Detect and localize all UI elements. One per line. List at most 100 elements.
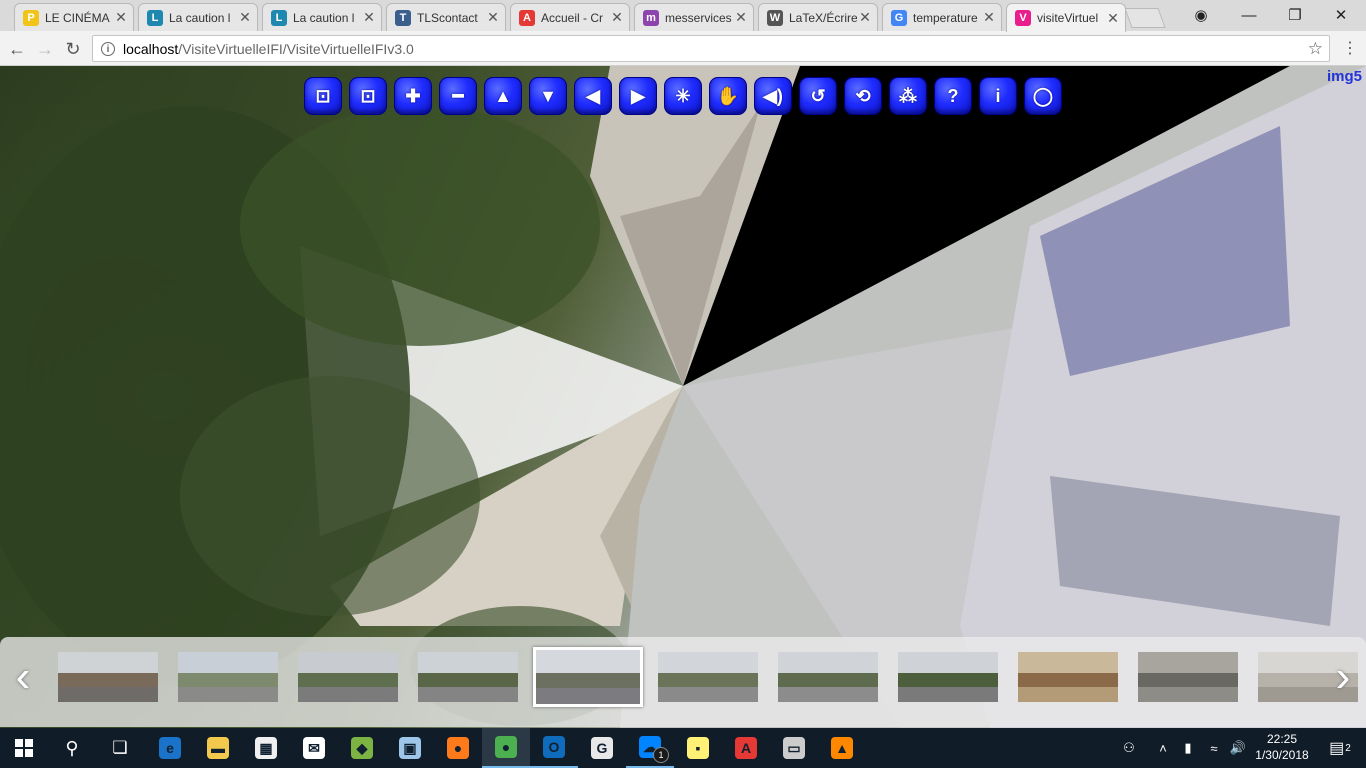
app-logo-icon: V [1015, 10, 1031, 26]
profile-icon[interactable]: ◉ [1178, 0, 1224, 30]
fullscreen-left-button[interactable]: ⊡ [304, 77, 342, 115]
grammarly-taskbar-button[interactable]: G [578, 728, 626, 768]
thumbnail-image [298, 687, 398, 702]
wifi-icon[interactable]: ≈ [1202, 728, 1226, 768]
vlc-taskbar-button[interactable]: ▲ [818, 728, 866, 768]
thumbnail[interactable] [658, 652, 758, 702]
bookmark-star-icon[interactable]: ☆ [1308, 39, 1323, 59]
browser-tab[interactable]: L La caution l ✕ [138, 3, 258, 31]
search-icon[interactable]: ⚲ [48, 728, 96, 768]
tab-close-icon[interactable]: ✕ [733, 9, 749, 26]
autorotate-button[interactable]: ⟲ [844, 77, 882, 115]
close-window-button[interactable]: ✕ [1318, 0, 1364, 30]
thumbnail[interactable] [1018, 652, 1118, 702]
zoom-out-button[interactable]: ━ [439, 77, 477, 115]
browser-tab[interactable]: VvisiteVirtuel ✕ [1006, 3, 1126, 32]
thumbnail[interactable] [58, 652, 158, 702]
hotspots-button[interactable]: ⁂ [889, 77, 927, 115]
gyroscope-button[interactable]: ✳ [664, 77, 702, 115]
site-info-icon[interactable]: i [101, 41, 115, 56]
firefox-taskbar-button[interactable]: ● [434, 728, 482, 768]
autorotate-icon: ⟲ [855, 85, 871, 106]
thumbnail-selected[interactable] [533, 647, 643, 707]
browser-tab[interactable]: L La caution l ✕ [262, 3, 382, 31]
acrobat-taskbar-button[interactable]: A [722, 728, 770, 768]
arrow-up-button[interactable]: ▲ [484, 77, 522, 115]
tab-close-icon[interactable]: ✕ [485, 9, 501, 26]
browser-tab[interactable]: A Accueil - Cr ✕ [510, 3, 630, 31]
vr-button[interactable]: ◯ [1024, 77, 1062, 115]
panorama-viewer[interactable]: ⊡ ⊡ ✚ ━ ▲ ▼ ◀ ▶ ✳ ✋ ◀) ↺ ⟲ ⁂? i ◯ img5 ‹ › [0, 66, 1366, 728]
volume-icon[interactable]: 🔊 [1226, 728, 1250, 768]
minimize-button[interactable]: — [1226, 0, 1272, 30]
arrow-right-icon: ▶ [631, 85, 645, 106]
browser-tab[interactable]: T TLScontact ✕ [386, 3, 506, 31]
arrow-right-button[interactable]: ▶ [619, 77, 657, 115]
thumbnail[interactable] [898, 652, 998, 702]
firefox-icon: ● [447, 737, 469, 759]
info-button[interactable]: i [979, 77, 1017, 115]
forward-button[interactable]: → [32, 36, 58, 62]
tab-close-icon[interactable]: ✕ [113, 9, 129, 26]
tab-close-icon[interactable]: ✕ [857, 9, 873, 26]
photos-taskbar-button[interactable]: ▣ [386, 728, 434, 768]
browser-tab[interactable]: m messervices ✕ [634, 3, 754, 31]
sound-button[interactable]: ◀) [754, 77, 792, 115]
terminal-icon: ▭ [783, 737, 805, 759]
sound-icon: ◀) [763, 85, 783, 106]
acrobat-icon: A [735, 737, 757, 759]
people-icon[interactable]: ⚇ [1116, 728, 1142, 768]
rotate-button[interactable]: ↺ [799, 77, 837, 115]
info-icon: i [995, 85, 1001, 106]
file-explorer-taskbar-button[interactable]: ▬ [194, 728, 242, 768]
bluestacks-taskbar-button[interactable]: ◆ [338, 728, 386, 768]
new-tab-button[interactable] [1124, 8, 1166, 28]
browser-tab[interactable]: P LE CINÉMA ✕ [14, 3, 134, 31]
task-view-icon[interactable]: ❏ [96, 728, 144, 768]
arrow-down-button[interactable]: ▼ [529, 77, 567, 115]
thumbnails-previous-icon[interactable]: ‹ [10, 655, 36, 699]
terminal-taskbar-button[interactable]: ▭ [770, 728, 818, 768]
tab-label: LaTeX/Écrire [789, 10, 857, 25]
zoom-in-button[interactable]: ✚ [394, 77, 432, 115]
chrome-icon: ● [495, 736, 517, 758]
browser-tab[interactable]: Gtemperature ✕ [882, 3, 1002, 31]
thumbnail-image [1138, 687, 1238, 702]
store-taskbar-button[interactable]: ▦ [242, 728, 290, 768]
fullscreen-right-button[interactable]: ⊡ [349, 77, 387, 115]
panorama-image[interactable] [0, 66, 1366, 728]
fullscreen-left-icon: ⊡ [315, 85, 331, 106]
reload-button[interactable]: ↻ [60, 36, 86, 62]
clock[interactable]: 22:25 1/30/2018 [1250, 731, 1314, 763]
chrome-taskbar-button[interactable]: ● [482, 728, 530, 768]
thumbnail[interactable] [778, 652, 878, 702]
tab-close-icon[interactable]: ✕ [361, 9, 377, 26]
action-center-icon[interactable]: ▤ 2 [1320, 728, 1360, 768]
show-hidden-icons-icon[interactable]: ˄ [1152, 728, 1174, 768]
tab-close-icon[interactable]: ✕ [609, 9, 625, 26]
hand-button[interactable]: ✋ [709, 77, 747, 115]
tab-close-icon[interactable]: ✕ [1105, 10, 1121, 27]
thumbnail[interactable] [178, 652, 278, 702]
battery-icon[interactable]: ▮ [1176, 728, 1200, 768]
address-bar[interactable]: i localhost/VisiteVirtuelleIFI/VisiteVir… [92, 35, 1330, 62]
thumbnails-next-icon[interactable]: › [1330, 655, 1356, 699]
back-button[interactable]: ← [4, 36, 30, 62]
tab-close-icon[interactable]: ✕ [981, 9, 997, 26]
thumbnail[interactable] [1138, 652, 1238, 702]
menu-icon[interactable]: ⋮ [1342, 38, 1358, 58]
thumbnail-image [1018, 687, 1118, 702]
outlook-taskbar-button[interactable]: O [530, 728, 578, 768]
start-button[interactable] [0, 728, 48, 768]
help-button[interactable]: ? [934, 77, 972, 115]
thumbnail[interactable] [418, 652, 518, 702]
maximize-button[interactable]: ❐ [1272, 0, 1318, 30]
arrow-left-button[interactable]: ◀ [574, 77, 612, 115]
thumbnail[interactable] [298, 652, 398, 702]
mail-taskbar-button[interactable]: ✉ [290, 728, 338, 768]
sticky-notes-taskbar-button[interactable]: ▪ [674, 728, 722, 768]
messenger-taskbar-button[interactable]: ☁ 1 [626, 728, 674, 768]
browser-tab[interactable]: W LaTeX/Écrire ✕ [758, 3, 878, 31]
tab-close-icon[interactable]: ✕ [237, 9, 253, 26]
edge-taskbar-button[interactable]: e [146, 728, 194, 768]
